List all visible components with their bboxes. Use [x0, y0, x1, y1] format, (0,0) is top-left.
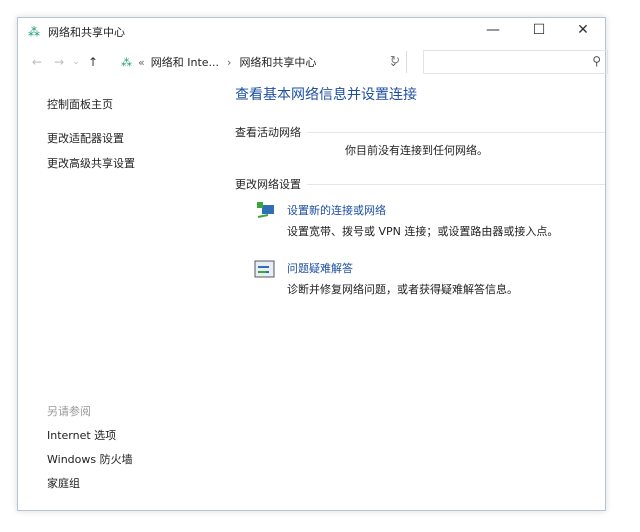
setup-new-connection-link[interactable]: 设置新的连接或网络 [287, 202, 386, 218]
no-network-message: 你目前没有连接到任何网络。 [345, 144, 488, 157]
window-title: 网络和共享中心 [48, 26, 125, 39]
search-input[interactable]: ⚲ [423, 50, 608, 74]
section-heading: 更改网络设置 [235, 178, 301, 191]
setup-new-connection-description: 设置宽带、拨号或 VPN 连接；或设置路由器或接入点。 [287, 225, 559, 238]
forward-button[interactable]: → [48, 55, 70, 69]
breadcrumb-separator: › [227, 55, 232, 69]
see-also-windows-firewall[interactable]: Windows 防火墙 [47, 451, 133, 467]
network-icon: ⁂ [28, 25, 40, 39]
sidebar-item-adapter-settings[interactable]: 更改适配器设置 [47, 130, 124, 146]
network-sharing-center-window: ⁂ 网络和共享中心 — ☐ ✕ ← → ⌄ ↑ ⁂ « 网络和 Inte... … [17, 17, 608, 511]
title-bar: ⁂ 网络和共享中心 [18, 18, 605, 46]
back-button[interactable]: ← [26, 55, 48, 69]
navigation-bar: ← → ⌄ ↑ ⁂ « 网络和 Inte... › 网络和共享中心 ⌄ ↻ ⚲ [18, 50, 608, 74]
divider [307, 131, 605, 133]
page-title: 查看基本网络信息并设置连接 [235, 87, 417, 103]
close-button[interactable]: ✕ [563, 22, 603, 44]
maximize-button[interactable]: ☐ [519, 22, 559, 44]
address-bar[interactable]: ⁂ « 网络和 Inte... › 网络和共享中心 ⌄ [121, 51, 407, 73]
sidebar-item-control-panel-home[interactable]: 控制面板主页 [47, 96, 113, 112]
divider [307, 183, 605, 185]
sidebar-item-advanced-sharing[interactable]: 更改高级共享设置 [47, 155, 135, 171]
see-also-heading: 另请参阅 [47, 405, 91, 418]
breadcrumb-sharing-center[interactable]: 网络和共享中心 [239, 54, 316, 70]
section-heading: 查看活动网络 [235, 126, 301, 139]
breadcrumb-network-internet[interactable]: 网络和 Inte... [151, 54, 219, 70]
see-also-internet-options[interactable]: Internet 选项 [47, 427, 116, 443]
network-icon: ⁂ [121, 55, 132, 69]
minimize-button[interactable]: — [473, 22, 513, 44]
troubleshoot-icon [254, 260, 275, 278]
up-button[interactable]: ↑ [82, 55, 104, 69]
refresh-button[interactable]: ↻ [390, 53, 400, 67]
troubleshoot-description: 诊断并修复网络问题，或者获得疑难解答信息。 [287, 283, 518, 296]
change-settings-section: 更改网络设置 [235, 176, 605, 192]
new-connection-icon [257, 202, 274, 218]
breadcrumb-overflow[interactable]: « [138, 56, 145, 69]
active-networks-section: 查看活动网络 [235, 124, 605, 140]
troubleshoot-link[interactable]: 问题疑难解答 [287, 260, 353, 276]
search-icon: ⚲ [592, 54, 601, 68]
recent-locations-button[interactable]: ⌄ [70, 57, 82, 67]
see-also-homegroup[interactable]: 家庭组 [47, 475, 80, 491]
